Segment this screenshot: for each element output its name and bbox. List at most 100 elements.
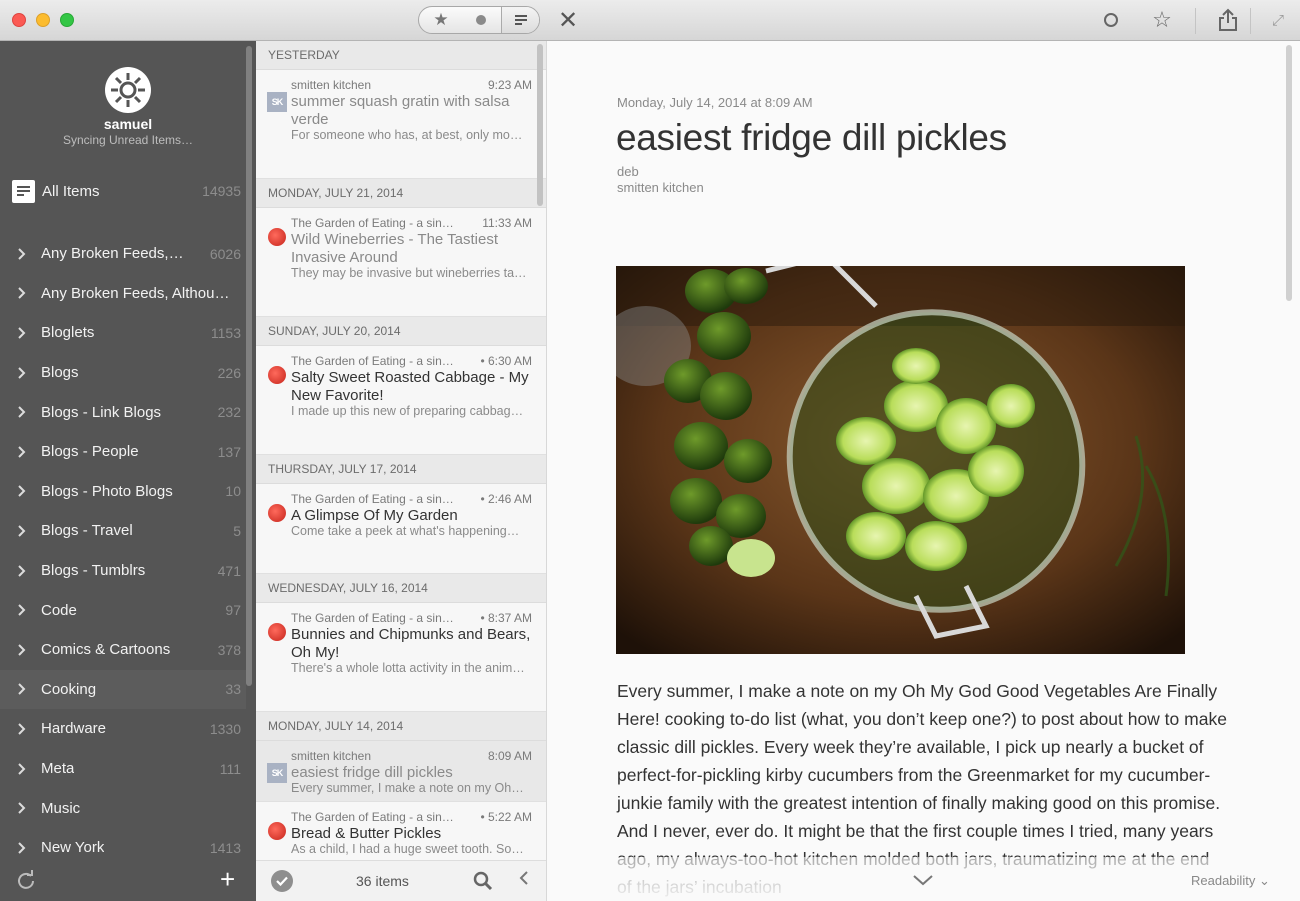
article-list-title: Bread & Butter Pickles xyxy=(291,825,442,842)
chevron-right-icon[interactable] xyxy=(17,564,29,578)
sidebar-folder[interactable]: Code 97 xyxy=(0,590,246,630)
sidebar-folder[interactable]: Blogs - Link Blogs 232 xyxy=(0,392,246,432)
article-list-item[interactable]: The Garden of Eating - a sin… • 6:30 AM Sa… xyxy=(256,346,546,455)
fullscreen-button[interactable]: ⤢ xyxy=(1266,8,1290,32)
sidebar-folder[interactable]: Any Broken Feeds,… 6026 xyxy=(0,234,246,274)
sidebar-folder[interactable]: Hardware 1330 xyxy=(0,709,246,749)
pickle-jar-photo xyxy=(616,266,1185,654)
article-time: • 8:37 AM xyxy=(480,611,532,625)
reader-scrollbar[interactable] xyxy=(1286,45,1292,301)
date-group-header: MONDAY, JULY 14, 2014 xyxy=(256,712,546,741)
chevron-right-icon[interactable] xyxy=(17,326,29,340)
window-close-button[interactable] xyxy=(12,13,26,27)
unread-count: 6026 xyxy=(209,245,241,262)
account-profile[interactable]: samuel Syncing Unread Items… xyxy=(0,67,256,147)
sidebar-folder[interactable]: Blogs 226 xyxy=(0,353,246,393)
toolbar-divider xyxy=(1250,8,1251,34)
article-summary: For someone who has, at best, only mo… xyxy=(291,128,523,142)
unread-count: 111 xyxy=(219,760,241,777)
article-feed-name[interactable]: smitten kitchen xyxy=(617,180,704,195)
filter-all-button[interactable] xyxy=(501,7,539,33)
share-button[interactable] xyxy=(1215,8,1241,32)
sidebar-folder[interactable]: Comics & Cartoons 378 xyxy=(0,630,246,670)
window-zoom-button[interactable] xyxy=(60,13,74,27)
article-summary: I made up this new of preparing cabbag… xyxy=(291,404,524,418)
chevron-right-icon[interactable] xyxy=(17,722,29,736)
article-list-item[interactable]: SK smitten kitchen 9:23 AM summer squash gr… xyxy=(256,70,546,179)
sidebar-folder[interactable]: Blogs - Tumblrs 471 xyxy=(0,551,246,591)
sidebar-folder-label: Cooking xyxy=(41,680,97,698)
sidebar-folder-label: Meta xyxy=(41,760,75,778)
back-button[interactable] xyxy=(518,869,530,892)
sidebar-folder[interactable]: Any Broken Feeds, Althou… xyxy=(0,274,246,314)
filter-segmented-control: ★ xyxy=(418,6,540,34)
sidebar-folder-label: Blogs - People xyxy=(41,443,139,461)
chevron-right-icon[interactable] xyxy=(17,524,29,538)
refresh-button[interactable] xyxy=(16,870,36,890)
chevron-left-icon xyxy=(519,871,528,885)
sidebar-folder[interactable]: Cooking 33 xyxy=(0,669,246,710)
chevron-right-icon[interactable] xyxy=(17,643,29,657)
item-count: 36 items xyxy=(356,873,409,889)
chevron-right-icon[interactable] xyxy=(17,682,29,696)
sidebar-folder[interactable]: Music xyxy=(0,788,246,828)
sidebar-item-label: All Items xyxy=(42,182,100,200)
sidebar-folder-label: Bloglets xyxy=(41,324,95,342)
article-list-title: summer squash gratin with salsa verde xyxy=(291,93,510,128)
readability-dropdown[interactable]: Readability ⌄ xyxy=(1191,873,1270,889)
chevron-right-icon[interactable] xyxy=(17,841,29,855)
article-list-scrollbar[interactable] xyxy=(537,44,543,206)
chevron-right-icon[interactable] xyxy=(17,603,29,617)
article-time: 8:09 AM xyxy=(487,749,532,763)
sidebar-folder[interactable]: Bloglets 1153 xyxy=(0,313,246,353)
next-article-button[interactable] xyxy=(912,873,934,891)
search-button[interactable] xyxy=(473,871,493,891)
window-toolbar: ★ ✕ ☆ ⤢ xyxy=(0,0,1300,41)
chevron-right-icon[interactable] xyxy=(17,286,29,300)
filter-starred-button[interactable]: ★ xyxy=(421,7,461,33)
apple-favicon-icon xyxy=(268,366,286,384)
article-list-title: easiest fridge dill pickles xyxy=(291,764,453,781)
article-list-item[interactable]: SK smitten kitchen 8:09 AM easiest fridge d… xyxy=(256,741,546,802)
article-time: • 2:46 AM xyxy=(480,492,532,506)
chevron-right-icon[interactable] xyxy=(17,445,29,459)
folder-list: Any Broken Feeds,… 6026 Any Broken Feeds, … xyxy=(0,234,246,868)
chevron-right-icon[interactable] xyxy=(17,366,29,380)
article-list-item[interactable]: The Garden of Eating - a sin… • 8:37 AM Bu… xyxy=(256,603,546,712)
star-article-button[interactable]: ☆ xyxy=(1149,7,1175,32)
unread-count: 10 xyxy=(225,483,241,500)
mark-all-read-button[interactable] xyxy=(271,870,293,892)
article-reader: Monday, July 14, 2014 at 8:09 AM easiest… xyxy=(547,41,1300,901)
add-subscription-button[interactable]: + xyxy=(220,866,235,892)
article-list-item[interactable]: The Garden of Eating - a sin… • 2:46 AM A … xyxy=(256,484,546,574)
article-summary: Come take a peek at what's happening… xyxy=(291,524,520,538)
article-source: The Garden of Eating - a sin… xyxy=(291,492,454,506)
avatar xyxy=(105,67,151,113)
circle-icon xyxy=(1104,13,1118,27)
mark-read-button[interactable] xyxy=(1099,8,1123,32)
refresh-icon xyxy=(18,870,34,889)
sidebar-item-all-items[interactable]: All Items 14935 xyxy=(0,171,246,211)
close-article-button[interactable]: ✕ xyxy=(556,7,580,34)
list-icon xyxy=(514,13,527,27)
article-summary: Every summer, I make a note on my Oh… xyxy=(291,781,524,795)
sidebar-folder-label: Any Broken Feeds, Althou… xyxy=(41,284,230,302)
chevron-right-icon[interactable] xyxy=(17,405,29,419)
chevron-right-icon[interactable] xyxy=(17,762,29,776)
article-date: Monday, July 14, 2014 at 8:09 AM xyxy=(617,95,813,110)
chevron-right-icon[interactable] xyxy=(17,484,29,498)
sidebar-folder[interactable]: Blogs - Photo Blogs 10 xyxy=(0,472,246,512)
sidebar-folder-label: Blogs xyxy=(41,364,79,382)
window-minimize-button[interactable] xyxy=(36,13,50,27)
sidebar: samuel Syncing Unread Items… All Items 1… xyxy=(0,41,256,901)
article-list-item[interactable]: The Garden of Eating - a sin… • 5:22 AM Br… xyxy=(256,802,546,862)
article-list-item[interactable]: The Garden of Eating - a sin… 11:33 AM Wil… xyxy=(256,208,546,317)
chevron-right-icon[interactable] xyxy=(17,801,29,815)
unread-count: 471 xyxy=(217,562,241,579)
sidebar-folder[interactable]: Blogs - People 137 xyxy=(0,432,246,472)
sidebar-folder[interactable]: Meta 111 xyxy=(0,749,246,789)
filter-unread-button[interactable] xyxy=(461,7,501,33)
sidebar-folder[interactable]: Blogs - Travel 5 xyxy=(0,511,246,551)
chevron-right-icon[interactable] xyxy=(17,247,29,261)
sidebar-folder-label: Any Broken Feeds,… xyxy=(41,245,184,263)
